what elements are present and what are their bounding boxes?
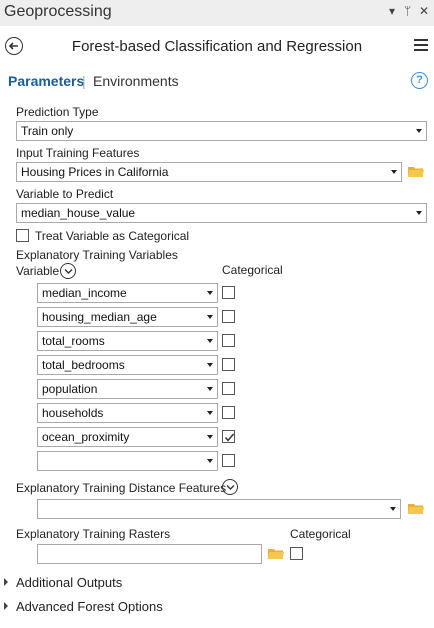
folder-icon[interactable]: [408, 503, 424, 515]
distance-features-label: Explanatory Training Distance Features: [16, 481, 227, 495]
categorical-checkbox[interactable]: [222, 454, 235, 467]
tab-bar: Parameters | Environments ?: [0, 68, 434, 96]
distance-features-toggle-button[interactable]: [222, 479, 238, 495]
variable-to-predict-label: Variable to Predict: [16, 187, 114, 201]
explanatory-variable-dropdown[interactable]: total_rooms: [37, 331, 218, 351]
chevron-down-icon: [207, 459, 213, 463]
tool-header: Forest-based Classification and Regressi…: [0, 27, 434, 67]
explanatory-variable-value: population: [42, 382, 98, 396]
explanatory-variable-value: housing_median_age: [42, 310, 157, 324]
additional-outputs-label: Additional Outputs: [16, 575, 123, 590]
categorical-checkbox[interactable]: [222, 286, 235, 299]
chevron-down-icon: [391, 170, 397, 174]
explanatory-variable-dropdown[interactable]: households: [37, 403, 218, 423]
chevron-down-icon: [207, 339, 213, 343]
categorical-checkbox[interactable]: [222, 382, 235, 395]
chevron-down-icon: [207, 435, 213, 439]
chevron-down-icon: [226, 485, 235, 490]
variable-to-predict-value: median_house_value: [21, 206, 136, 220]
categorical-checkbox[interactable]: [222, 358, 235, 371]
additional-outputs-section[interactable]: Additional Outputs: [4, 575, 204, 593]
chevron-down-icon: [390, 507, 396, 511]
chevron-down-icon: [207, 315, 213, 319]
categorical-checkbox[interactable]: [222, 334, 235, 347]
categorical-checkbox[interactable]: [222, 430, 235, 443]
explanatory-variable-value: total_rooms: [42, 334, 105, 348]
chevron-down-icon: [207, 363, 213, 367]
tool-title: Forest-based Classification and Regressi…: [71, 38, 363, 55]
explanatory-variable-dropdown[interactable]: median_income: [37, 283, 218, 303]
rasters-categorical-header: Categorical: [290, 527, 351, 541]
categorical-checkbox[interactable]: [222, 310, 235, 323]
prediction-type-label: Prediction Type: [16, 105, 99, 119]
chevron-down-icon: [207, 411, 213, 415]
prediction-type-value: Train only: [21, 124, 74, 138]
distance-features-dropdown[interactable]: [37, 499, 401, 519]
advanced-forest-options-section[interactable]: Advanced Forest Options: [4, 599, 224, 617]
tab-separator: |: [82, 73, 86, 89]
variable-to-predict-dropdown[interactable]: median_house_value: [16, 203, 427, 223]
chevron-down-icon: [207, 291, 213, 295]
categorical-column-header: Categorical: [222, 263, 283, 277]
menu-icon[interactable]: [414, 39, 428, 51]
folder-icon[interactable]: [268, 548, 284, 560]
window-title: Geoprocessing: [4, 3, 112, 20]
explanatory-variable-value: ocean_proximity: [42, 430, 130, 444]
treat-categorical-checkbox[interactable]: [16, 229, 29, 242]
window-titlebar: Geoprocessing ▾ ᛘ ✕: [0, 0, 434, 26]
chevron-down-icon: [416, 211, 422, 215]
chevron-right-icon: [4, 602, 8, 610]
categorical-checkbox[interactable]: [222, 406, 235, 419]
checkmark-icon: [224, 433, 235, 442]
tab-parameters[interactable]: Parameters: [8, 73, 84, 89]
explanatory-variable-value: median_income: [42, 286, 127, 300]
chevron-down-icon: [64, 269, 73, 274]
prediction-type-dropdown[interactable]: Train only: [16, 121, 427, 141]
rasters-label: Explanatory Training Rasters: [16, 527, 171, 541]
explanatory-variable-value: households: [42, 406, 104, 420]
input-training-features-value: Housing Prices in California: [21, 165, 169, 179]
chevron-down-icon: [416, 129, 422, 133]
sort-toggle-button[interactable]: [60, 263, 76, 279]
treat-categorical-label: Treat Variable as Categorical: [35, 229, 190, 243]
input-training-features-dropdown[interactable]: Housing Prices in California: [16, 162, 402, 182]
menu-dropdown-icon[interactable]: ▾: [389, 4, 395, 18]
close-icon[interactable]: ✕: [419, 4, 429, 18]
explanatory-variable-dropdown[interactable]: [37, 451, 218, 471]
explanatory-variables-label: Explanatory Training Variables: [16, 248, 178, 262]
rasters-categorical-checkbox[interactable]: [290, 547, 303, 560]
chevron-right-icon: [4, 578, 8, 586]
explanatory-variable-dropdown[interactable]: population: [37, 379, 218, 399]
explanatory-variable-dropdown[interactable]: ocean_proximity: [37, 427, 218, 447]
explanatory-variable-dropdown[interactable]: total_bedrooms: [37, 355, 218, 375]
input-training-features-label: Input Training Features: [16, 146, 140, 160]
tab-environments[interactable]: Environments: [93, 73, 179, 89]
explanatory-variable-dropdown[interactable]: housing_median_age: [37, 307, 218, 327]
pin-icon[interactable]: ᛘ: [404, 4, 411, 18]
explanatory-variable-value: total_bedrooms: [42, 358, 125, 372]
advanced-forest-options-label: Advanced Forest Options: [16, 599, 163, 614]
help-icon[interactable]: ?: [411, 72, 428, 89]
folder-icon[interactable]: [408, 166, 424, 178]
variable-column-header: Variable: [16, 264, 60, 278]
rasters-input[interactable]: [37, 544, 262, 564]
chevron-down-icon: [207, 387, 213, 391]
